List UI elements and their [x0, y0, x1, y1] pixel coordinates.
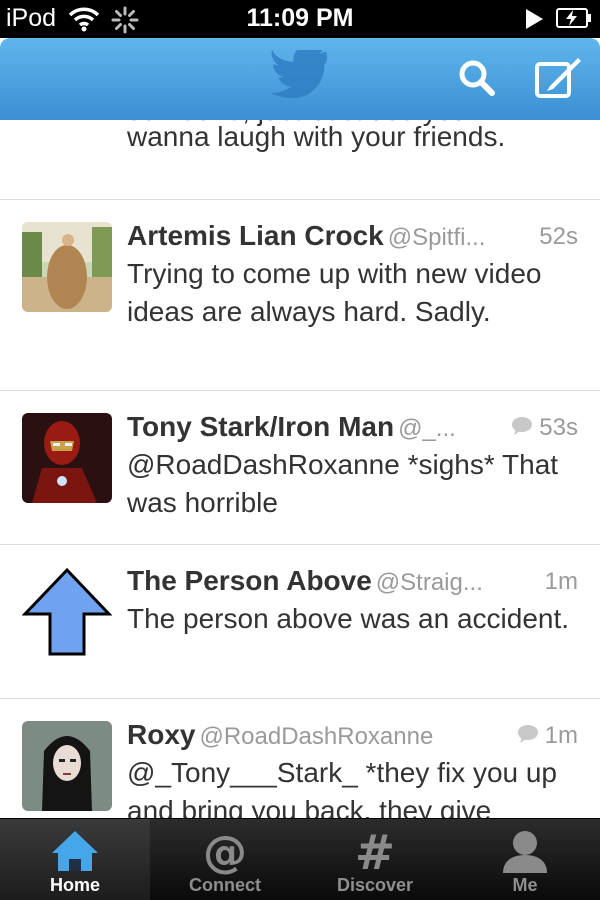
up-arrow-icon [22, 567, 112, 656]
app-header [0, 38, 600, 120]
tab-discover[interactable]: # Discover [300, 819, 450, 900]
tweet-author-name[interactable]: Tony Stark/Iron Man [127, 411, 394, 442]
tweet-text: Trying to come up with new video ideas a… [127, 258, 542, 327]
tweet-avatar[interactable] [22, 413, 112, 503]
battery-icon [556, 7, 592, 34]
tweet-item[interactable]: Artemis Lian Crock @Spitfi... 52s Trying … [0, 200, 600, 391]
tweet-author-name[interactable]: Artemis Lian Crock [127, 220, 384, 251]
tab-label: Home [49, 875, 100, 895]
twitter-bird-icon[interactable] [270, 46, 330, 107]
tweet-author-handle[interactable]: @Spitfi... [388, 224, 486, 251]
hashtag-icon: # [300, 825, 450, 881]
tweet-author-name[interactable]: Roxy [127, 719, 195, 750]
home-icon [0, 827, 150, 875]
tweet-timestamp-wrap: 53s [511, 414, 578, 443]
tweet-text: @_Tony___Stark_ *they fix you up and bri… [127, 757, 558, 818]
tab-home[interactable]: Home [0, 819, 150, 900]
tweet-timestamp: 1m [544, 568, 578, 595]
play-icon [524, 8, 544, 35]
at-icon: @ [150, 827, 300, 878]
status-bar: iPod 11:09 PM [0, 0, 600, 38]
tweet-timestamp: 52s [539, 223, 578, 250]
tweet-author-handle[interactable]: @RoadDashRoxanne [199, 723, 433, 750]
tweet-timestamp-wrap: 1m [517, 722, 578, 751]
timeline-feed[interactable]: someone, just because you wanna laugh wi… [0, 120, 600, 818]
tweet-timestamp: 53s [539, 414, 578, 441]
tweet-avatar[interactable] [22, 721, 112, 811]
tweet-author-handle[interactable]: @Straig... [376, 569, 483, 596]
tab-label: Me [512, 875, 538, 895]
compose-icon[interactable] [534, 54, 582, 107]
tweet-header: Roxy @RoadDashRoxanne 1m [127, 719, 578, 753]
tweet-author-handle[interactable]: @_... [398, 415, 456, 442]
svg-text:#: # [355, 827, 395, 875]
tab-label: Connect [189, 875, 261, 895]
tweet-header: The Person Above @Straig... 1m [127, 565, 578, 599]
tweet-timestamp: 1m [544, 722, 578, 749]
conversation-icon [511, 415, 533, 443]
search-icon[interactable] [457, 58, 497, 103]
tweet-text: @RoadDashRoxanne *sighs* That was horrib… [127, 449, 559, 518]
tab-label: Discover [336, 875, 414, 895]
conversation-icon [517, 723, 539, 751]
tweet-avatar[interactable] [22, 222, 112, 312]
tweet-item[interactable]: Roxy @RoadDashRoxanne 1m @_Tony___Stark_ … [0, 699, 600, 818]
svg-text:@: @ [203, 827, 247, 875]
tweet-author-name[interactable]: The Person Above [127, 565, 372, 596]
tweet-item[interactable]: Tony Stark/Iron Man @_... 53s @RoadDashRo… [0, 391, 600, 545]
tweet-text: The person above was an accident. [127, 603, 570, 634]
person-icon [450, 827, 600, 875]
tweet-text: wanna laugh with your friends. [127, 121, 506, 152]
tab-me[interactable]: Me [450, 819, 600, 900]
tweet-header: Tony Stark/Iron Man @_... 53s [127, 411, 578, 445]
tweet-avatar[interactable] [22, 567, 112, 657]
status-time: 11:09 PM [246, 4, 354, 32]
tweet-item[interactable]: The Person Above @Straig... 1m The person… [0, 545, 600, 699]
tweet-header: Artemis Lian Crock @Spitfi... 52s [127, 220, 578, 254]
tab-bar: Home @ Connect # Discover Me [0, 818, 600, 900]
tab-connect[interactable]: @ Connect [150, 819, 300, 900]
tweet-item-partial[interactable]: someone, just because you wanna laugh wi… [0, 120, 600, 200]
